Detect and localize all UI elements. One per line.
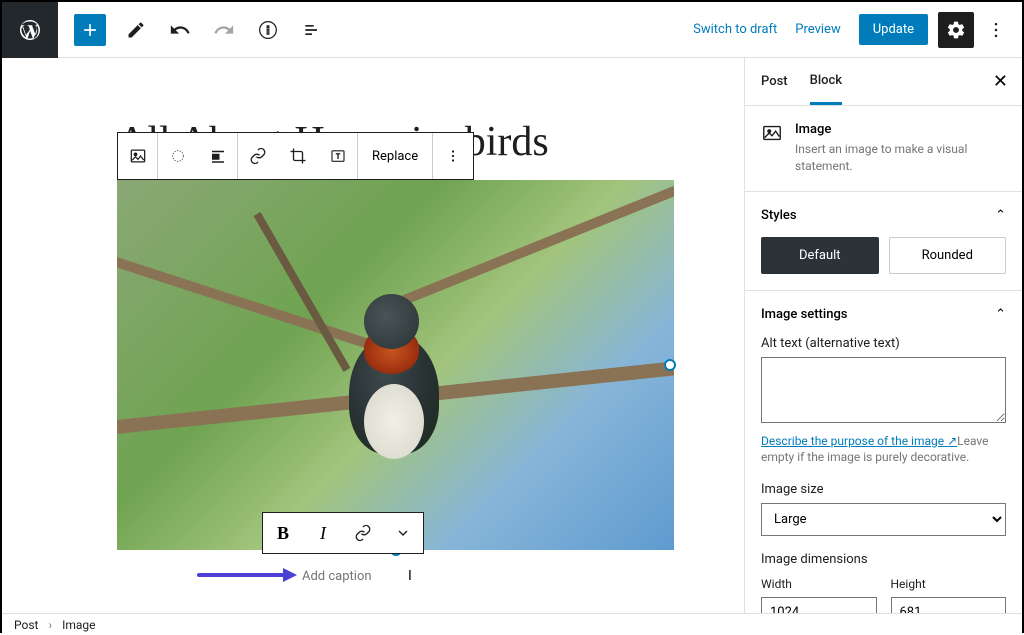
preview-link[interactable]: Preview	[795, 22, 840, 37]
chevron-right-icon: ›	[48, 618, 52, 632]
chevron-up-icon: ⌃	[995, 208, 1006, 223]
more-format-icon[interactable]	[383, 513, 423, 553]
close-sidebar-icon[interactable]: ✕	[993, 71, 1008, 92]
replace-button[interactable]: Replace	[358, 133, 433, 179]
settings-sidebar: Post Block ✕ Image Insert an image to ma…	[744, 58, 1022, 613]
annotation-arrow	[197, 568, 297, 582]
dimensions-label: Image dimensions	[761, 552, 1006, 567]
block-toolbar: Replace	[117, 132, 474, 180]
switch-to-draft-link[interactable]: Switch to draft	[693, 22, 777, 37]
alt-text-label: Alt text (alternative text)	[761, 336, 1006, 351]
undo-icon[interactable]	[162, 12, 198, 48]
chevron-up-icon: ⌃	[995, 307, 1006, 322]
breadcrumb: Post › Image	[2, 613, 1022, 635]
align-icon[interactable]	[198, 133, 238, 179]
list-view-icon[interactable]	[294, 12, 330, 48]
block-more-icon[interactable]	[433, 133, 473, 179]
alt-text-input[interactable]	[761, 357, 1006, 423]
image-block[interactable]	[117, 180, 674, 550]
crop-icon[interactable]	[278, 133, 318, 179]
image-settings-heading: Image settings	[761, 307, 848, 322]
caption-input[interactable]	[302, 569, 402, 584]
link-icon[interactable]	[238, 133, 278, 179]
styles-panel-toggle[interactable]: Styles ⌃	[761, 208, 1006, 223]
width-label: Width	[761, 577, 877, 591]
styles-heading: Styles	[761, 208, 797, 223]
breadcrumb-current[interactable]: Image	[62, 618, 95, 632]
alt-help-text: Describe the purpose of the image ↗Leave…	[761, 433, 1006, 467]
settings-toggle-button[interactable]	[938, 12, 974, 48]
describe-purpose-link[interactable]: Describe the purpose of the image ↗	[761, 434, 957, 448]
wordpress-logo[interactable]	[2, 2, 58, 58]
width-input[interactable]	[761, 597, 877, 613]
editor-canvas[interactable]: All About Hummingbirds Replace	[2, 58, 744, 613]
breadcrumb-root[interactable]: Post	[14, 618, 38, 632]
italic-button[interactable]: I	[303, 513, 343, 553]
tab-post[interactable]: Post	[761, 60, 788, 103]
tab-block[interactable]: Block	[810, 59, 842, 105]
image-settings-toggle[interactable]: Image settings ⌃	[761, 307, 1006, 322]
image-block-icon	[761, 122, 783, 148]
block-description: Insert an image to make a visual stateme…	[795, 141, 1006, 175]
block-type-icon[interactable]	[118, 133, 158, 179]
drag-handle-icon[interactable]	[158, 133, 198, 179]
redo-icon[interactable]	[206, 12, 242, 48]
add-block-button[interactable]	[74, 14, 106, 46]
block-name-label: Image	[795, 122, 1006, 137]
image-size-label: Image size	[761, 482, 1006, 497]
height-label: Height	[891, 577, 1007, 591]
top-toolbar: Switch to draft Preview Update	[2, 2, 1022, 58]
info-icon[interactable]	[250, 12, 286, 48]
bold-button[interactable]: B	[263, 513, 303, 553]
link-button[interactable]	[343, 513, 383, 553]
text-overlay-icon[interactable]	[318, 133, 358, 179]
update-button[interactable]: Update	[859, 14, 928, 45]
edit-tool-icon[interactable]	[118, 12, 154, 48]
resize-handle-right[interactable]	[664, 359, 676, 371]
caption-field[interactable]: I	[302, 568, 412, 584]
style-rounded-button[interactable]: Rounded	[889, 237, 1007, 274]
style-default-button[interactable]: Default	[761, 237, 879, 274]
text-cursor-icon: I	[408, 568, 412, 584]
caption-format-toolbar: B I	[262, 512, 424, 554]
image-content	[117, 180, 674, 550]
height-input[interactable]	[891, 597, 1007, 613]
more-menu-icon[interactable]	[978, 12, 1014, 48]
image-size-select[interactable]: Large	[761, 503, 1006, 536]
